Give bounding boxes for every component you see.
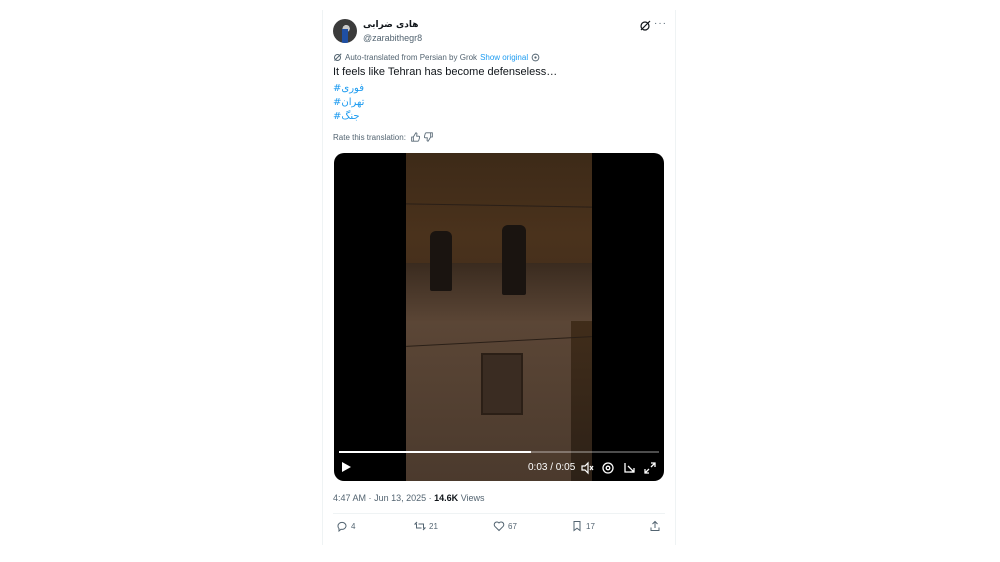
share-button[interactable]	[649, 520, 661, 532]
repost-button[interactable]: 21	[414, 520, 438, 532]
building-window	[481, 353, 523, 415]
bookmark-icon	[573, 521, 581, 532]
hashtag-link[interactable]: #فوری	[333, 83, 364, 94]
views-count: 14.6K	[434, 493, 459, 503]
meta-separator: ·	[368, 493, 372, 503]
author-display-name[interactable]: هادی ضرابی	[363, 20, 419, 30]
settings-small-icon[interactable]	[531, 53, 540, 62]
tweet-meta: 4:47 AM · Jun 13, 2025 · 14.6K Views	[333, 493, 485, 503]
power-line	[406, 203, 592, 208]
meta-separator: ·	[428, 493, 432, 503]
pip-icon[interactable]	[622, 461, 636, 475]
tweet-time[interactable]: 4:47 AM	[333, 493, 366, 503]
hashtag-link[interactable]: #جنگ	[333, 111, 360, 122]
thumbs-up-icon[interactable]	[410, 132, 420, 142]
rate-translation: Rate this translation:	[333, 132, 434, 142]
like-button[interactable]: 67	[493, 520, 517, 532]
avatar[interactable]	[333, 19, 357, 43]
share-icon	[650, 520, 660, 531]
thumbs-down-icon[interactable]	[423, 132, 434, 142]
tweet-date[interactable]: Jun 13, 2025	[374, 493, 426, 503]
person-silhouette	[430, 231, 452, 291]
rate-translation-label: Rate this translation:	[333, 132, 406, 142]
bookmark-button[interactable]: 17	[571, 520, 595, 532]
views-label: Views	[460, 493, 485, 503]
person-silhouette	[502, 225, 526, 295]
divider	[333, 513, 665, 514]
video-controls: 0:03 / 0:05	[334, 459, 664, 479]
video-frame	[406, 153, 592, 481]
grok-small-icon	[334, 53, 342, 61]
reply-button[interactable]: 4	[336, 520, 355, 532]
video-player[interactable]: 0:03 / 0:05	[334, 153, 664, 481]
like-count: 67	[508, 521, 517, 531]
play-icon[interactable]	[342, 462, 351, 472]
reply-icon	[337, 521, 347, 532]
hashtag-link[interactable]: #تهران	[333, 97, 364, 108]
tweet-text: It feels like Tehran has become defensel…	[333, 66, 558, 78]
translation-note-text: Auto-translated from Persian by Grok	[345, 53, 478, 62]
video-progress-fill	[339, 451, 531, 453]
show-original-link[interactable]: Show original	[480, 53, 528, 62]
video-time: 0:03 / 0:05	[528, 462, 576, 473]
grok-icon[interactable]	[639, 20, 651, 32]
repost-count: 21	[429, 521, 438, 531]
tweet-card: هادی ضرابی @zarabithegr8 ··· Auto-transl…	[322, 10, 676, 545]
translation-note: Auto-translated from Persian by Grok Sho…	[333, 53, 540, 62]
settings-icon[interactable]	[601, 461, 615, 475]
bookmark-count: 17	[586, 521, 595, 531]
fullscreen-icon[interactable]	[643, 461, 657, 475]
author-handle[interactable]: @zarabithegr8	[363, 33, 422, 43]
mute-icon[interactable]	[580, 461, 594, 475]
reply-count: 4	[351, 521, 356, 531]
repost-icon	[414, 521, 426, 531]
video-progress-bar[interactable]	[339, 451, 659, 453]
heart-icon	[493, 521, 505, 532]
more-icon[interactable]: ···	[654, 18, 667, 29]
